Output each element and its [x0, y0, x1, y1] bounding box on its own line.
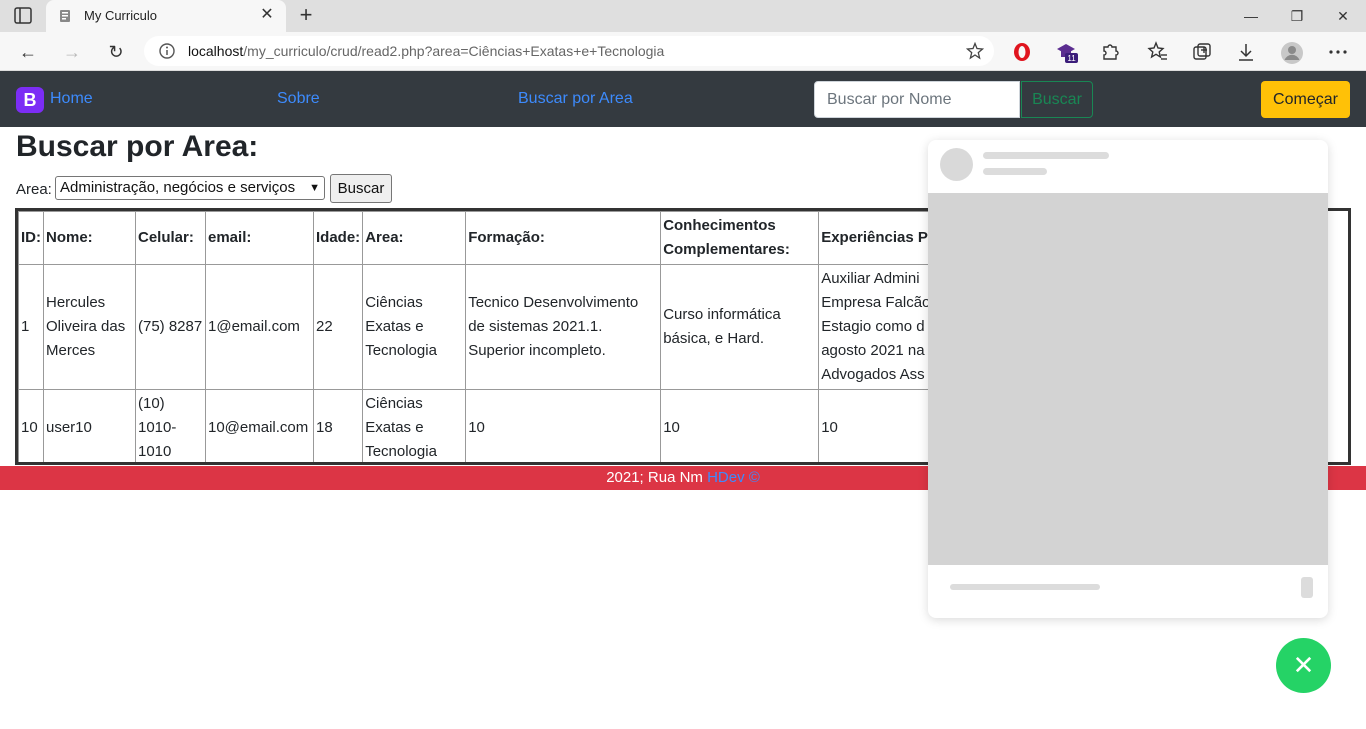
site-info-icon[interactable]	[158, 42, 176, 60]
nav-link-buscar-area[interactable]: Buscar por Area	[518, 90, 633, 108]
page-title: Buscar por Area:	[16, 130, 259, 163]
tab-actions-icon[interactable]	[14, 7, 34, 25]
cell-formacao: Tecnico Desenvolvimento de sistemas 2021…	[465, 264, 662, 390]
widget-send-placeholder	[1301, 577, 1313, 598]
url-path: /my_curriculo/crud/read2.php?area=Ciênci…	[243, 43, 665, 59]
widget-input-placeholder	[950, 584, 1100, 590]
cell-nome: user10	[43, 389, 136, 462]
cell-area: Ciências Exatas e Tecnologia	[362, 389, 467, 462]
chat-close-button[interactable]: ✕	[1276, 638, 1331, 693]
widget-body-placeholder	[928, 193, 1328, 565]
cell-id: 1	[18, 264, 44, 390]
cell-idade: 22	[312, 264, 364, 390]
cell-area: Ciências Exatas e Tecnologia	[362, 264, 467, 390]
opera-extension-icon[interactable]	[1011, 41, 1033, 63]
page-favicon-icon	[58, 9, 72, 23]
collections-icon[interactable]	[1191, 41, 1213, 63]
search-button[interactable]: Buscar	[1021, 81, 1093, 118]
minimize-icon[interactable]: —	[1237, 4, 1265, 28]
cell-nome: Hercules Oliveira das Merces	[43, 264, 136, 390]
header-conhecimentos: Conhecimentos Complementares:	[660, 211, 820, 265]
header-nome: Nome:	[43, 211, 136, 265]
header-id: ID:	[18, 211, 44, 265]
cell-email: 10@email.com	[205, 389, 314, 462]
profile-avatar-icon[interactable]	[1280, 41, 1303, 64]
area-search-button[interactable]: Buscar	[330, 174, 392, 203]
cell-conhecimentos: Curso informática básica, e Hard.	[660, 264, 820, 390]
url-host: localhost	[188, 43, 244, 59]
downloads-icon[interactable]	[1235, 41, 1257, 63]
more-menu-icon[interactable]	[1327, 41, 1349, 63]
footer-text: 2021; Rua Nm	[606, 469, 708, 486]
widget-avatar-placeholder	[940, 148, 973, 181]
url-text[interactable]: localhost/my_curriculo/crud/read2.php?ar…	[188, 43, 664, 59]
bootstrap-logo-icon[interactable]: B	[16, 87, 44, 113]
header-email: email:	[205, 211, 314, 265]
widget-subtitle-placeholder	[983, 168, 1047, 175]
back-icon[interactable]: ←	[16, 40, 40, 64]
header-area: Area:	[362, 211, 467, 265]
browser-tab-bar: My Curriculo ✕ + — ❐ ✕	[0, 0, 1366, 32]
area-select[interactable]: Administração, negócios e serviços ▼	[55, 176, 325, 200]
forward-icon[interactable]: →	[60, 40, 84, 64]
extensions-icon[interactable]	[1099, 41, 1121, 63]
reload-icon[interactable]: ↻	[104, 40, 128, 64]
nav-link-home[interactable]: Home	[50, 90, 93, 108]
nav-link-sobre[interactable]: Sobre	[277, 90, 320, 108]
area-label: Area:	[16, 181, 52, 198]
browser-toolbar: ← → ↻ localhost/my_curriculo/crud/read2.…	[0, 32, 1366, 71]
cell-email: 1@email.com	[205, 264, 314, 390]
header-formacao: Formação:	[465, 211, 662, 265]
school-extension-icon[interactable]: 11	[1055, 41, 1078, 63]
search-name-input[interactable]	[814, 81, 1020, 118]
start-button[interactable]: Começar	[1261, 81, 1350, 118]
site-navbar: B Home Sobre Buscar por Area Buscar Come…	[0, 71, 1366, 127]
address-bar[interactable]: localhost/my_curriculo/crud/read2.php?ar…	[144, 36, 994, 66]
tab-close-icon[interactable]: ✕	[258, 6, 276, 24]
new-tab-icon[interactable]: +	[294, 4, 318, 28]
cell-idade: 18	[312, 389, 364, 462]
add-favorite-icon[interactable]	[965, 41, 985, 60]
browser-tab[interactable]: My Curriculo ✕	[46, 0, 286, 32]
tab-title: My Curriculo	[84, 8, 157, 23]
restore-icon[interactable]: ❐	[1283, 4, 1311, 28]
chat-widget	[928, 140, 1328, 618]
area-selected-value: Administração, negócios e serviços	[60, 179, 296, 196]
extension-badge-count: 11	[1067, 54, 1076, 63]
window-close-icon[interactable]: ✕	[1329, 4, 1357, 28]
cell-celular: (10) 1010-1010	[135, 389, 206, 462]
chevron-down-icon: ▼	[309, 182, 320, 194]
cell-formacao: 10	[465, 389, 662, 462]
footer-link[interactable]: HDev ©	[707, 469, 760, 486]
header-celular: Celular:	[135, 211, 206, 265]
widget-title-placeholder	[983, 152, 1109, 159]
favorites-icon[interactable]	[1147, 41, 1169, 63]
cell-id: 10	[18, 389, 44, 462]
cell-conhecimentos: 10	[660, 389, 820, 462]
header-idade: Idade:	[312, 211, 364, 265]
cell-celular: (75) 8287	[135, 264, 206, 390]
